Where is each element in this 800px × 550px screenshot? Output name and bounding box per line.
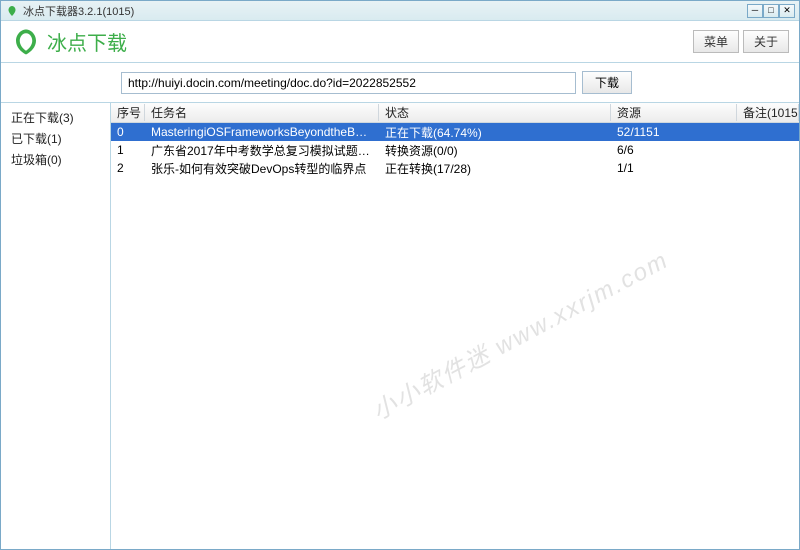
cell: 6/6 xyxy=(611,143,737,157)
table-header: 序号 任务名 状态 资源 备注(1015) xyxy=(111,103,799,123)
watermark: 小小软件迷 www.xxrjm.com xyxy=(228,123,799,549)
url-input[interactable] xyxy=(121,72,576,94)
col-name[interactable]: 任务名 xyxy=(145,104,379,121)
brand: 冰点下载 xyxy=(11,27,127,57)
minimize-button[interactable]: ─ xyxy=(747,4,763,18)
cell: 1 xyxy=(111,143,145,157)
app-icon xyxy=(5,4,19,18)
cell: MasteringiOSFrameworksBeyondtheBasics,2n… xyxy=(145,125,379,139)
maximize-button[interactable]: □ xyxy=(763,4,779,18)
cell: 2 xyxy=(111,161,145,175)
header: 冰点下载 菜单 关于 xyxy=(1,21,799,63)
cell: 广东省2017年中考数学总复习模拟试题二201707... xyxy=(145,142,379,159)
about-button[interactable]: 关于 xyxy=(743,30,789,53)
main-panel: 序号 任务名 状态 资源 备注(1015) 小小软件迷 www.xxrjm.co… xyxy=(111,103,799,549)
brand-icon xyxy=(11,27,41,57)
titlebar: 冰点下载器3.2.1(1015) ─ □ ✕ xyxy=(1,1,799,21)
table-row[interactable]: 1广东省2017年中考数学总复习模拟试题二201707...转换资源(0/0)6… xyxy=(111,141,799,159)
app-window: 冰点下载器3.2.1(1015) ─ □ ✕ 冰点下载 菜单 关于 下载 正在下… xyxy=(0,0,800,550)
col-resource[interactable]: 资源 xyxy=(611,104,737,121)
window-title: 冰点下载器3.2.1(1015) xyxy=(23,3,747,19)
sidebar-item-downloaded[interactable]: 已下载(1) xyxy=(7,128,104,149)
sidebar-item-trash[interactable]: 垃圾箱(0) xyxy=(7,149,104,170)
brand-name: 冰点下载 xyxy=(47,27,127,56)
col-index[interactable]: 序号 xyxy=(111,104,145,121)
menu-button[interactable]: 菜单 xyxy=(693,30,739,53)
table-body: 小小软件迷 www.xxrjm.com 0MasteringiOSFramewo… xyxy=(111,123,799,549)
cell: 正在下载(64.74%) xyxy=(379,124,611,141)
col-note[interactable]: 备注(1015) xyxy=(737,104,799,121)
cell: 1/1 xyxy=(611,161,737,175)
col-status[interactable]: 状态 xyxy=(379,104,611,121)
cell: 正在转换(17/28) xyxy=(379,160,611,177)
sidebar-item-downloading[interactable]: 正在下载(3) xyxy=(7,107,104,128)
cell: 52/1151 xyxy=(611,125,737,139)
download-button[interactable]: 下载 xyxy=(582,71,632,94)
table-row[interactable]: 0MasteringiOSFrameworksBeyondtheBasics,2… xyxy=(111,123,799,141)
close-button[interactable]: ✕ xyxy=(779,4,795,18)
table-row[interactable]: 2张乐-如何有效突破DevOps转型的临界点正在转换(17/28)1/1 xyxy=(111,159,799,177)
cell: 0 xyxy=(111,125,145,139)
cell: 张乐-如何有效突破DevOps转型的临界点 xyxy=(145,160,379,177)
sidebar: 正在下载(3) 已下载(1) 垃圾箱(0) xyxy=(1,103,111,549)
cell: 转换资源(0/0) xyxy=(379,142,611,159)
url-bar: 下载 xyxy=(1,63,799,102)
